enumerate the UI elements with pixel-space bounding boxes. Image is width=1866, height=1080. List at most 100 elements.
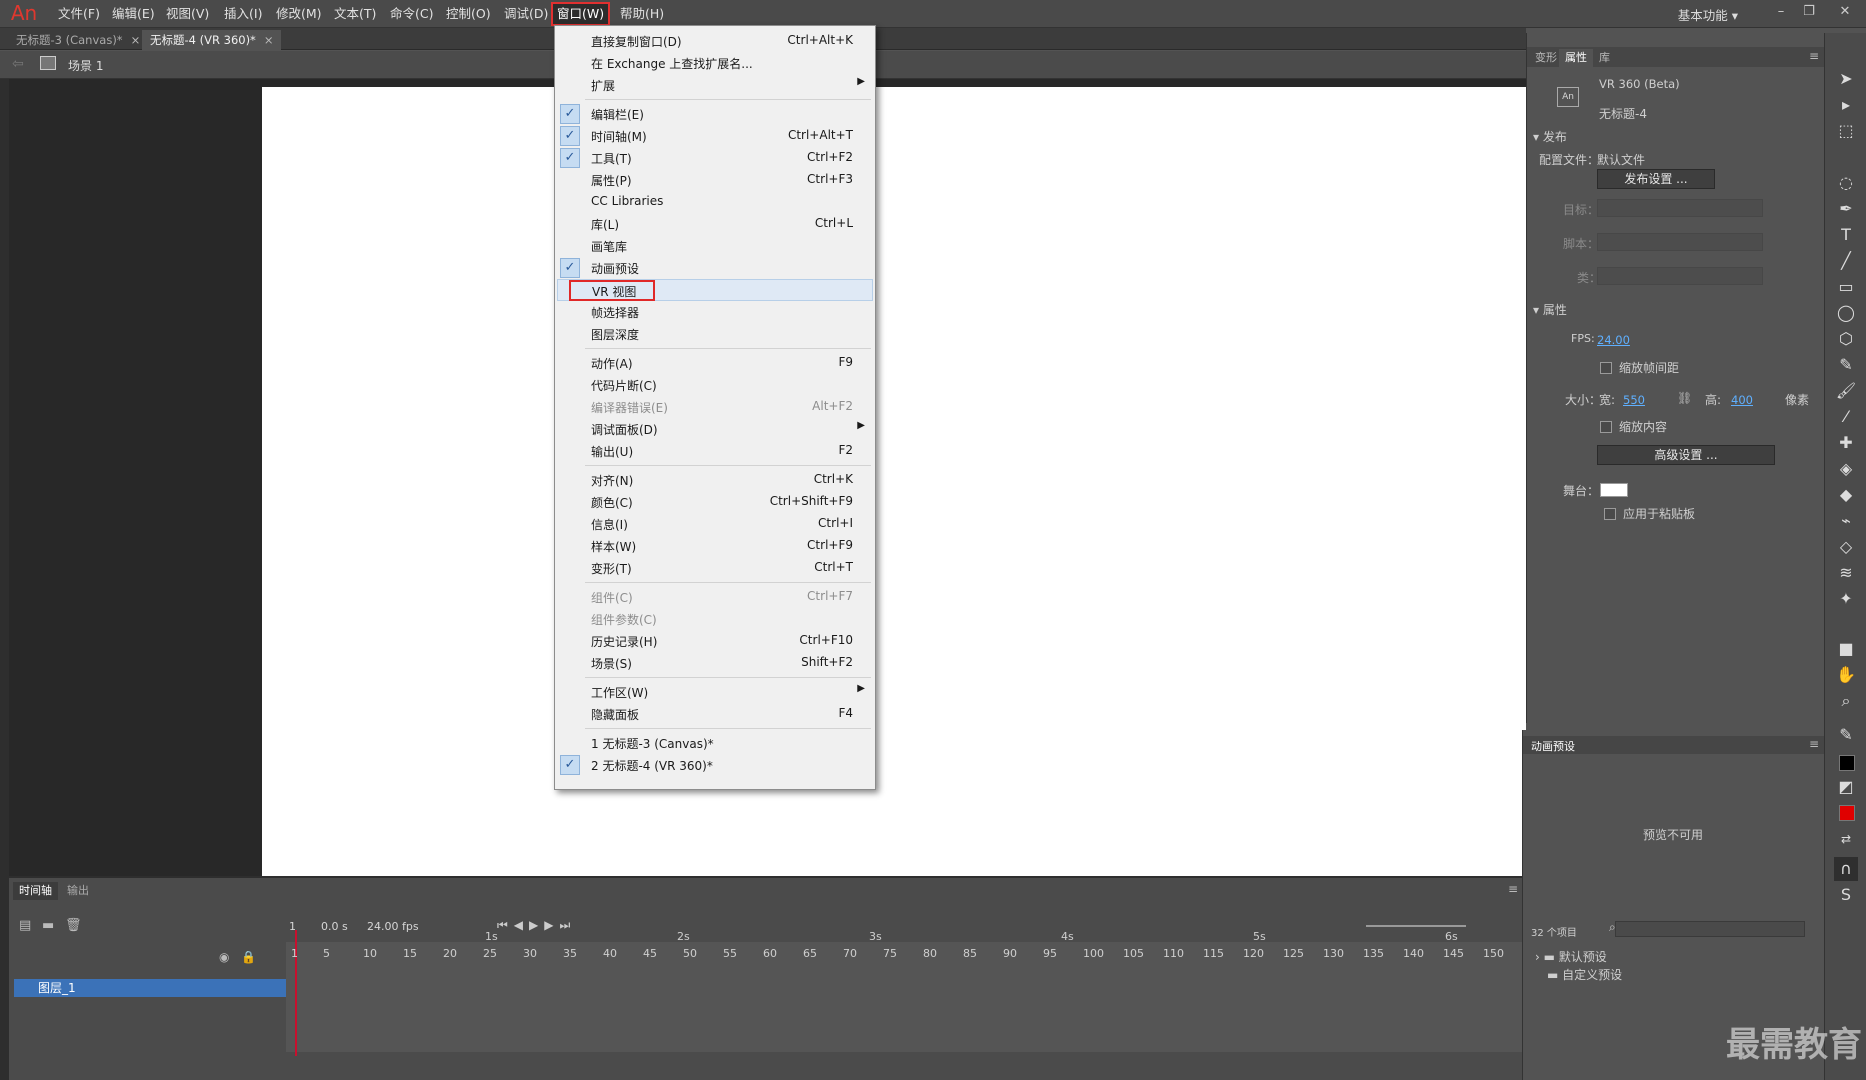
oval-tool-icon[interactable]: ◯: [1834, 301, 1858, 325]
frame-rate[interactable]: 24.00 fps: [367, 920, 419, 933]
pen-tool-icon[interactable]: ✒: [1834, 197, 1858, 221]
menu-item-8[interactable]: 库(L) Ctrl+L: [557, 213, 873, 235]
menu-item-1[interactable]: 在 Exchange 上查找扩展名...: [557, 52, 873, 74]
menu-item-30[interactable]: 1 无标题-3 (Canvas)*: [557, 732, 873, 754]
delete-layer-icon[interactable]: 🗑: [65, 918, 82, 933]
paint-brush-tool-icon[interactable]: ⁄: [1834, 405, 1858, 429]
menu-item-13[interactable]: 图层深度: [557, 323, 873, 345]
rectangle-tool-icon[interactable]: ▭: [1834, 275, 1858, 299]
eyedropper-tool-icon[interactable]: ⌁: [1834, 509, 1858, 533]
hand-tool-icon[interactable]: ✋: [1834, 663, 1858, 687]
text-tool-icon[interactable]: T: [1834, 223, 1858, 247]
workspace-switcher[interactable]: 基本功能 ▾: [1678, 5, 1738, 24]
pencil-tool-icon[interactable]: ✎: [1834, 353, 1858, 377]
close-tab-icon[interactable]: ×: [131, 33, 141, 47]
brush-tool-icon[interactable]: 🖌: [1834, 379, 1858, 403]
panel-menu-icon[interactable]: ≡: [1809, 737, 1819, 751]
back-arrow-icon[interactable]: ⇦: [12, 56, 24, 72]
menu-item-20[interactable]: 颜色(C) Ctrl+Shift+F9: [557, 491, 873, 513]
tab-timeline[interactable]: 时间轴: [13, 882, 58, 900]
menu-item-4[interactable]: ✓ 时间轴(M) Ctrl+Alt+T: [557, 125, 873, 147]
menu-item-6[interactable]: 属性(P) Ctrl+F3: [557, 169, 873, 191]
menu-item-29[interactable]: 隐藏面板 F4: [557, 703, 873, 725]
restore-icon[interactable]: ❐: [1796, 2, 1822, 22]
paint-bucket-tool-icon[interactable]: ◈: [1834, 457, 1858, 481]
menu-item-10[interactable]: ✓ 动画预设: [557, 257, 873, 279]
height-value[interactable]: 400: [1731, 393, 1753, 407]
subselection-tool-icon[interactable]: ▸: [1834, 93, 1858, 117]
menu-4[interactable]: 修改(M): [272, 4, 326, 24]
menu-6[interactable]: 命令(C): [386, 4, 437, 24]
menu-item-12[interactable]: 帧选择器: [557, 301, 873, 323]
menu-5[interactable]: 文本(T): [330, 4, 380, 24]
playback-controls[interactable]: ⏮◀▶▶⏭: [497, 918, 576, 933]
fill-color-swatch[interactable]: [1839, 805, 1855, 821]
menu-1[interactable]: 编辑(E): [108, 4, 159, 24]
swap-colors-icon[interactable]: ⇄: [1834, 827, 1858, 851]
lock-icon[interactable]: 🔒: [241, 950, 256, 964]
menu-item-21[interactable]: 信息(I) Ctrl+I: [557, 513, 873, 535]
tab-library[interactable]: 库: [1593, 49, 1616, 67]
eye-icon[interactable]: ◉: [219, 950, 229, 964]
panel-menu-icon[interactable]: ≡: [1809, 49, 1819, 63]
close-tab-icon[interactable]: ×: [264, 33, 274, 47]
properties-section-header[interactable]: ▾ 属性: [1533, 301, 1567, 318]
menu-item-2[interactable]: 扩展 ▶: [557, 74, 873, 96]
menu-0[interactable]: 文件(F): [54, 4, 104, 24]
menu-item-0[interactable]: 直接复制窗口(D) Ctrl+Alt+K: [557, 30, 873, 52]
menu-item-5[interactable]: ✓ 工具(T) Ctrl+F2: [557, 147, 873, 169]
selection-tool-icon[interactable]: ➤: [1834, 67, 1858, 91]
menu-item-31[interactable]: ✓ 2 无标题-4 (VR 360)*: [557, 754, 873, 776]
close-icon[interactable]: ✕: [1832, 2, 1858, 22]
eraser-tool-icon[interactable]: ◇: [1834, 535, 1858, 559]
free-transform-tool-icon[interactable]: ⬚: [1834, 119, 1858, 143]
scale-span-checkbox[interactable]: [1600, 362, 1612, 374]
menu-item-28[interactable]: 工作区(W) ▶: [557, 681, 873, 703]
tab-untitled-4[interactable]: 无标题-4 (VR 360)* ×: [142, 30, 282, 50]
menu-item-27[interactable]: 场景(S) Shift+F2: [557, 652, 873, 674]
menu-item-23[interactable]: 变形(T) Ctrl+T: [557, 557, 873, 579]
menu-item-17[interactable]: 调试面板(D) ▶: [557, 418, 873, 440]
ink-bottle-tool-icon[interactable]: ◆: [1834, 483, 1858, 507]
menu-3[interactable]: 插入(I): [220, 4, 266, 24]
scene-label[interactable]: 场景 1: [68, 57, 103, 74]
fill-color-icon[interactable]: ◩: [1834, 775, 1858, 799]
tab-output[interactable]: 输出: [61, 882, 95, 900]
scale-content-checkbox[interactable]: [1600, 421, 1612, 433]
menu-7[interactable]: 控制(O): [442, 4, 495, 24]
polystar-tool-icon[interactable]: ⬡: [1834, 327, 1858, 351]
menu-10[interactable]: 帮助(H): [616, 4, 668, 24]
stage-canvas[interactable]: [262, 87, 1526, 876]
smooth-icon[interactable]: S: [1834, 883, 1858, 907]
width-value[interactable]: 550: [1623, 393, 1645, 407]
menu-9[interactable]: 窗口(W): [550, 2, 611, 26]
menu-item-15[interactable]: 代码片断(C): [557, 374, 873, 396]
menu-item-18[interactable]: 输出(U) F2: [557, 440, 873, 462]
new-folder-icon[interactable]: ▬: [42, 918, 54, 933]
menu-item-3[interactable]: ✓ 编辑栏(E): [557, 103, 873, 125]
stage-color-swatch[interactable]: [1600, 483, 1628, 497]
presets-title[interactable]: 动画预设: [1531, 738, 1575, 754]
snap-magnet-icon[interactable]: ∩: [1834, 857, 1858, 881]
tab-transform[interactable]: 变形: [1529, 49, 1563, 67]
tab-untitled-3[interactable]: 无标题-3 (Canvas)* ×: [8, 30, 148, 50]
layer-row[interactable]: 图层_1: [14, 979, 286, 997]
pin-tool-icon[interactable]: ✦: [1834, 587, 1858, 611]
layer-name[interactable]: 图层_1: [38, 979, 76, 996]
line-tool-icon[interactable]: ╱: [1834, 249, 1858, 273]
minimize-icon[interactable]: –: [1768, 2, 1794, 22]
zoom-slider[interactable]: [1366, 925, 1466, 927]
publish-settings-button[interactable]: 发布设置 ...: [1597, 169, 1715, 189]
panel-menu-icon[interactable]: ≡: [1508, 882, 1518, 896]
camera-tool-icon[interactable]: ■: [1834, 637, 1858, 661]
menu-item-19[interactable]: 对齐(N) Ctrl+K: [557, 469, 873, 491]
width-tool-icon[interactable]: ≋: [1834, 561, 1858, 585]
stroke-color-icon[interactable]: ✎: [1834, 723, 1858, 747]
zoom-tool-icon[interactable]: ⌕: [1834, 689, 1858, 713]
new-layer-icon[interactable]: ▤: [19, 918, 31, 933]
menu-2[interactable]: 视图(V): [162, 4, 213, 24]
menu-item-7[interactable]: CC Libraries: [557, 191, 873, 213]
menu-item-9[interactable]: 画笔库: [557, 235, 873, 257]
menu-item-14[interactable]: 动作(A) F9: [557, 352, 873, 374]
menu-8[interactable]: 调试(D): [500, 4, 552, 24]
